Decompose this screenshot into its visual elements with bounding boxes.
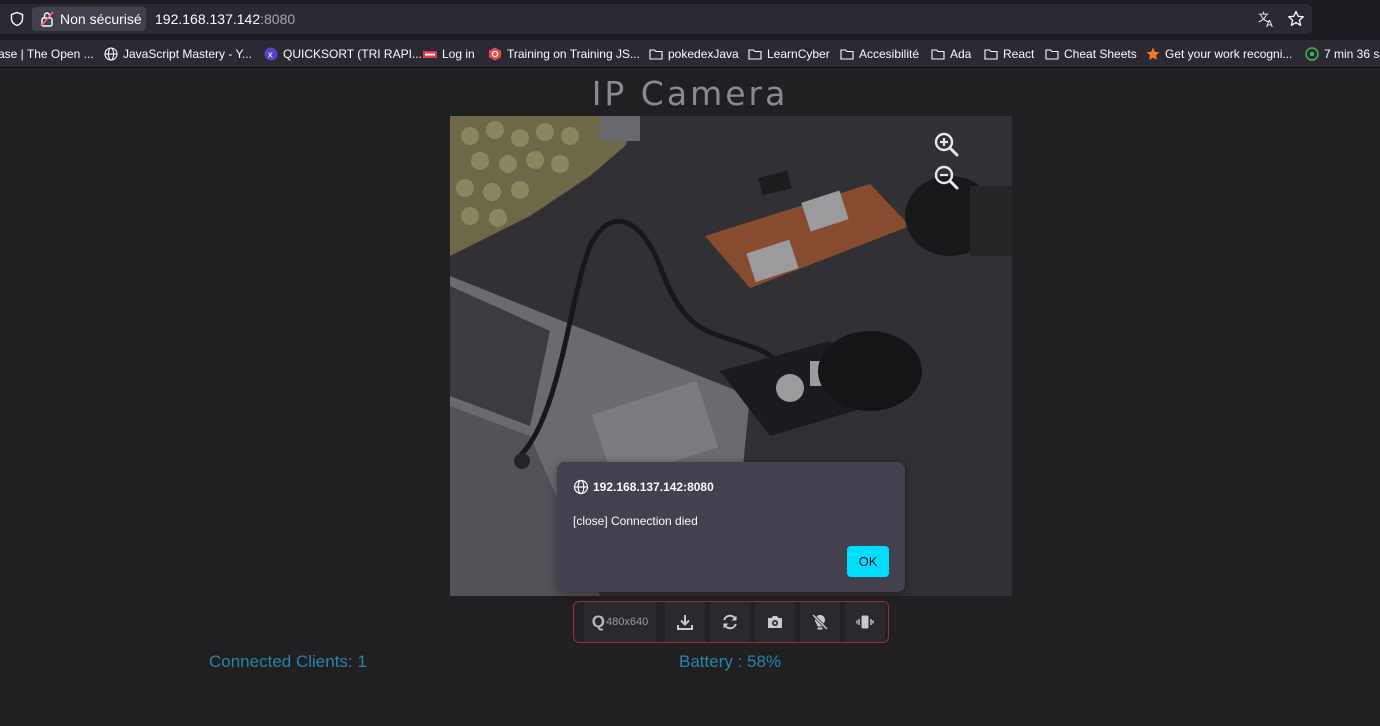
vibrate-button[interactable] — [845, 602, 885, 642]
download-button[interactable] — [665, 602, 705, 642]
bookmark-label: pokedexJava — [668, 47, 739, 61]
bookmark-label: JavaScript Mastery - Y... — [123, 47, 252, 61]
connected-clients: Connected Clients: 1 — [209, 652, 367, 671]
bookmark-item[interactable]: Training on Training JS... — [488, 40, 640, 67]
quality-icon: Q — [591, 612, 605, 631]
zoom-out-icon[interactable] — [932, 163, 960, 191]
flashlight-button[interactable] — [800, 602, 840, 642]
switch-camera-icon — [768, 616, 782, 628]
folder-icon — [748, 49, 762, 60]
flashlight-off-icon — [811, 613, 829, 631]
insecure-lock-icon — [40, 11, 54, 27]
bookmark-label: LearnCyber — [767, 47, 830, 61]
svg-text:x: x — [268, 51, 274, 61]
site-favicon-icon — [423, 51, 437, 58]
refresh-icon — [723, 614, 737, 630]
dialog-origin: 192.168.137.142:8080 — [573, 478, 714, 496]
site-favicon-icon — [489, 47, 501, 61]
battery-status: Battery : 58% — [679, 652, 782, 671]
bookmark-label: React — [1003, 47, 1035, 61]
url-port: :8080 — [260, 11, 296, 27]
url-host: 192.168.137.142 — [155, 11, 261, 27]
bookmark-item[interactable]: ase | The Open ... — [0, 40, 94, 67]
bookmark-folder[interactable]: React — [984, 40, 1035, 67]
bookmark-item[interactable]: 7 min 36 s — [1305, 40, 1380, 67]
bookmark-folder[interactable]: Ada — [931, 40, 972, 67]
bookmarks-bar: ase | The Open ... JavaScript Mastery - … — [0, 40, 1380, 68]
vibrate-icon — [856, 615, 874, 629]
address-bar[interactable]: Non sécurisé 192.168.137.142:8080 文 A — [0, 4, 1312, 34]
folder-icon — [649, 49, 663, 60]
globe-icon — [104, 47, 118, 61]
bookmark-label: 7 min 36 s — [1324, 47, 1380, 61]
bookmark-label: Training on Training JS... — [507, 47, 640, 61]
folder-icon — [931, 49, 945, 60]
url-text[interactable]: 192.168.137.142:8080 — [155, 4, 295, 34]
camera-toolbar: Q 480x640 — [573, 601, 889, 643]
bookmark-label: ase | The Open ... — [0, 47, 94, 61]
star-favicon-icon — [1146, 47, 1160, 60]
bookmark-label: Cheat Sheets — [1064, 47, 1137, 61]
quality-selector[interactable]: Q 480x640 — [584, 602, 656, 642]
folder-icon — [840, 49, 854, 60]
bookmark-label: Get your work recogni... — [1165, 47, 1293, 61]
resolution-label: 480x640 — [606, 616, 649, 628]
bookmark-folder[interactable]: LearnCyber — [748, 40, 830, 67]
dialog-message: [close] Connection died — [573, 514, 698, 528]
refresh-button[interactable] — [710, 602, 750, 642]
browser-toolbar: Non sécurisé 192.168.137.142:8080 文 A — [0, 0, 1380, 40]
bookmark-item[interactable]: JavaScript Mastery - Y... — [104, 40, 252, 67]
folder-icon — [984, 49, 998, 60]
bookmark-folder[interactable]: Accesibilité — [840, 40, 920, 67]
bookmark-folder[interactable]: pokedexJava — [649, 40, 739, 67]
bookmark-folder[interactable]: Cheat Sheets — [1045, 40, 1137, 67]
site-security-indicator[interactable]: Non sécurisé — [32, 7, 146, 31]
security-label: Non sécurisé — [60, 11, 142, 27]
ok-button[interactable]: OK — [847, 546, 889, 577]
zoom-in-icon[interactable] — [932, 130, 960, 158]
bookmark-item[interactable]: Get your work recogni... — [1146, 40, 1293, 67]
bookmark-label: Accesibilité — [859, 47, 920, 61]
alert-dialog: 192.168.137.142:8080 [close] Connection … — [557, 462, 905, 592]
translate-icon[interactable]: 文 A — [1258, 10, 1276, 28]
bookmark-item[interactable]: x QUICKSORT (TRI RAPI... — [264, 40, 422, 67]
bookmark-label: Ada — [950, 47, 972, 61]
site-favicon-icon — [1305, 47, 1319, 61]
globe-icon — [573, 479, 589, 495]
site-favicon-icon: x — [264, 47, 278, 61]
bookmark-label: QUICKSORT (TRI RAPI... — [283, 47, 422, 61]
download-icon — [677, 615, 693, 630]
bookmark-item[interactable]: Log in — [423, 40, 475, 67]
bookmark-star-icon[interactable] — [1287, 10, 1305, 28]
bookmark-label: Log in — [442, 47, 475, 61]
svg-text:A: A — [1266, 19, 1273, 28]
dialog-origin-text: 192.168.137.142:8080 — [593, 480, 714, 494]
folder-icon — [1045, 49, 1059, 60]
page-title: IP Camera — [591, 74, 789, 113]
tracking-protection-shield-icon[interactable] — [9, 11, 25, 27]
switch-camera-button[interactable] — [755, 602, 795, 642]
